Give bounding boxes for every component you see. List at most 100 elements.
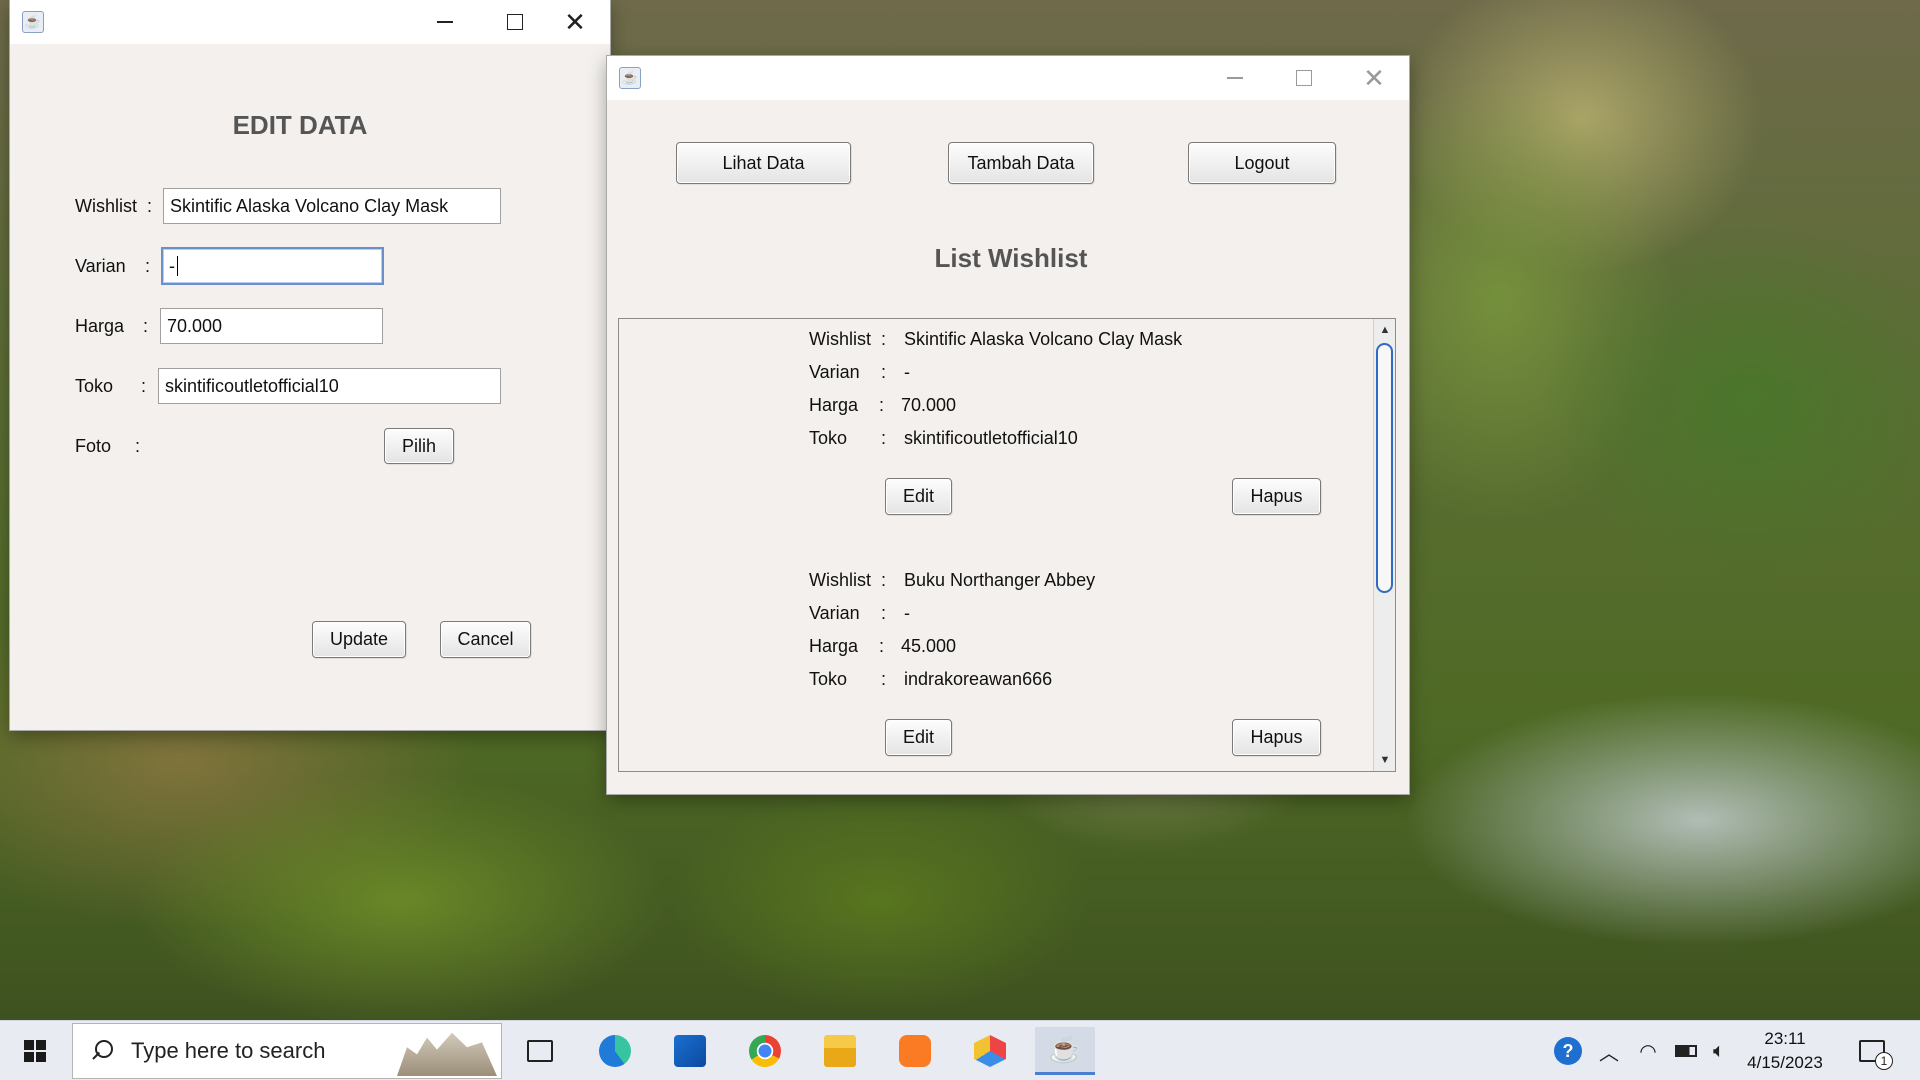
file-explorer-icon[interactable] (810, 1027, 870, 1075)
search-placeholder: Type here to search (131, 1038, 326, 1063)
varian-input-value: - (169, 255, 175, 276)
colon: : (881, 329, 887, 349)
cancel-button[interactable]: Cancel (440, 621, 531, 658)
item-varian-label: Varian (809, 362, 860, 382)
battery-glyph (1675, 1045, 1697, 1057)
item-wishlist-label: Wishlist (809, 570, 871, 590)
wishlist-input[interactable]: Skintific Alaska Volcano Clay Mask (163, 188, 501, 224)
colon: : (881, 428, 887, 448)
item-toko-label: Toko (809, 669, 848, 689)
logout-button[interactable]: Logout (1188, 142, 1336, 184)
minimize-icon[interactable] (1200, 56, 1270, 100)
lihat-data-button[interactable]: Lihat Data (676, 142, 851, 184)
colon: : (879, 395, 885, 415)
colon: : (141, 376, 147, 396)
edit-button[interactable]: Edit (885, 719, 952, 756)
item-wishlist-label: Wishlist (809, 329, 871, 349)
item-toko-value: indrakoreawan666 (904, 669, 1053, 689)
help-icon[interactable]: ? (1550, 1021, 1586, 1080)
wishlist-input-value: Skintific Alaska Volcano Clay Mask (170, 195, 449, 216)
harga-label: Harga (75, 316, 125, 336)
wishlist-scroll-panel[interactable]: Wishlist : Skintific Alaska Volcano Clay… (618, 318, 1396, 772)
colon: : (881, 570, 887, 590)
clock-time: 23:11 (1764, 1029, 1806, 1048)
chevron-up-icon[interactable]: ︿ (1594, 1021, 1624, 1080)
toko-input[interactable]: skintificoutletofficial10 (158, 368, 501, 404)
store-glyph (674, 1035, 706, 1067)
list-window-titlebar[interactable]: ☕ ✕ (607, 56, 1409, 100)
item-harga-label: Harga (809, 636, 859, 656)
edge-icon[interactable] (585, 1027, 645, 1075)
folder-glyph (824, 1035, 856, 1067)
scrollbar-thumb[interactable] (1376, 343, 1393, 593)
notification-count-badge: 1 (1875, 1052, 1893, 1070)
item-toko-value: skintificoutletofficial10 (904, 428, 1078, 448)
varian-label: Varian (75, 256, 126, 276)
search-highlight-image (397, 1032, 497, 1076)
scroll-down-arrow-icon[interactable]: ▼ (1374, 749, 1395, 771)
text-caret (177, 256, 178, 276)
task-view-icon[interactable] (510, 1027, 570, 1075)
task-view-glyph (527, 1040, 553, 1062)
edit-data-window: ☕ ✕ EDIT DATA Wishlist : Skintific Alask… (10, 0, 610, 730)
list-wishlist-window: ☕ ✕ Lihat Data Tambah Data Logout List W… (607, 56, 1409, 794)
item-harga-value: 70.000 (901, 395, 957, 415)
taskbar-search-box[interactable]: Type here to search (72, 1023, 502, 1079)
xampp-glyph (899, 1035, 931, 1067)
search-icon (91, 1040, 113, 1062)
item-wishlist-value: Buku Northanger Abbey (904, 570, 1096, 590)
scroll-up-arrow-icon[interactable]: ▲ (1374, 319, 1395, 341)
hapus-button[interactable]: Hapus (1232, 478, 1321, 515)
colon: : (881, 603, 887, 623)
item-varian-label: Varian (809, 603, 860, 623)
tambah-data-button[interactable]: Tambah Data (948, 142, 1094, 184)
item-wishlist-value: Skintific Alaska Volcano Clay Mask (904, 329, 1183, 349)
pilih-button[interactable]: Pilih (384, 428, 454, 464)
harga-input[interactable]: 70.000 (160, 308, 383, 344)
notification-icon[interactable]: 1 (1852, 1021, 1893, 1080)
wifi-icon[interactable]: ◠ (1630, 1021, 1666, 1080)
hapus-button[interactable]: Hapus (1232, 719, 1321, 756)
list-wishlist-heading: List Wishlist (934, 243, 1088, 273)
update-button[interactable]: Update (312, 621, 406, 658)
close-icon[interactable]: ✕ (1339, 56, 1409, 100)
colon: : (881, 362, 887, 382)
chrome-icon[interactable] (735, 1027, 795, 1075)
item-varian-value: - (904, 362, 910, 382)
maximize-icon[interactable] (1269, 56, 1339, 100)
colon: : (147, 196, 153, 216)
vertical-scrollbar[interactable]: ▲ ▼ (1373, 319, 1395, 771)
toko-input-value: skintificoutletofficial10 (165, 375, 339, 396)
varian-input[interactable]: - (161, 247, 384, 285)
notification-glyph: 1 (1859, 1040, 1893, 1070)
store-icon[interactable] (660, 1027, 720, 1075)
java-app-icon: ☕ (619, 67, 641, 89)
help-glyph: ? (1554, 1037, 1582, 1065)
start-button[interactable] (0, 1021, 70, 1080)
item-harga-value: 45.000 (901, 636, 957, 656)
java-app-icon: ☕ (22, 11, 44, 33)
clock-date: 4/15/2023 (1747, 1053, 1823, 1072)
wishlist-label: Wishlist (75, 196, 137, 216)
java-glyph: ☕ (1048, 1034, 1082, 1064)
foto-label: Foto (75, 436, 112, 456)
colon: : (145, 256, 151, 276)
edit-window-titlebar[interactable]: ☕ ✕ (10, 0, 610, 44)
battery-icon[interactable] (1668, 1021, 1704, 1080)
item-toko-label: Toko (809, 428, 848, 448)
chrome-glyph (749, 1035, 781, 1067)
harga-input-value: 70.000 (167, 315, 223, 336)
edit-data-heading: EDIT DATA (232, 110, 368, 140)
cube-glyph (974, 1035, 1006, 1067)
java-icon[interactable]: ☕ (1035, 1027, 1095, 1075)
close-icon[interactable]: ✕ (540, 0, 610, 44)
taskbar: Type here to search ☕ ? ︿ ◠ 🔈︎ 23:11 4/1… (0, 1020, 1920, 1080)
edge-glyph (599, 1035, 631, 1067)
xampp-icon[interactable] (885, 1027, 945, 1075)
item-harga-label: Harga (809, 395, 859, 415)
taskbar-clock[interactable]: 23:11 4/15/2023 (1730, 1027, 1840, 1075)
edit-button[interactable]: Edit (885, 478, 952, 515)
colon: : (879, 636, 885, 656)
minimize-icon[interactable] (410, 0, 480, 44)
cube-app-icon[interactable] (960, 1027, 1020, 1075)
